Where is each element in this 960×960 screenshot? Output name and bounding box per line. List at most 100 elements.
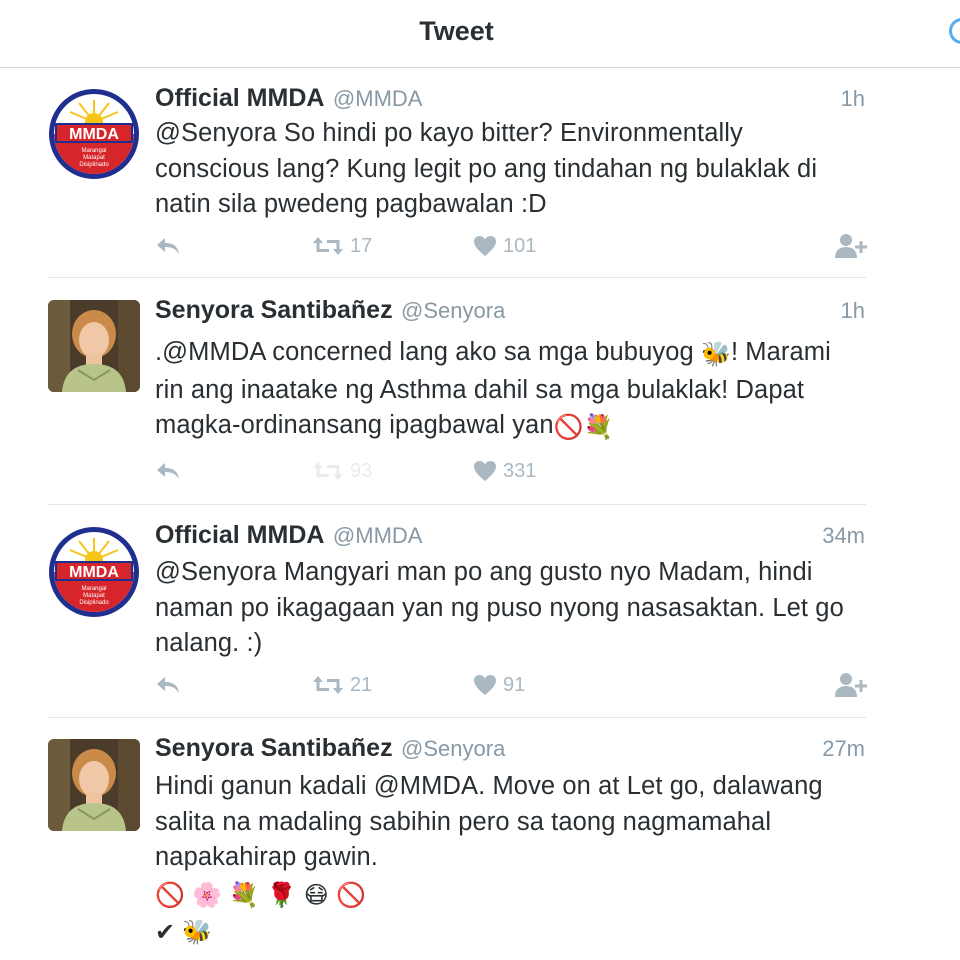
reply-button[interactable]	[155, 670, 181, 700]
display-name[interactable]: Senyora Santibañez	[155, 296, 393, 324]
display-name[interactable]: Official MMDA	[155, 84, 324, 112]
retweet-icon	[313, 237, 343, 255]
tweet-text-line: nalang. :)	[155, 629, 263, 657]
tweet-text-line: conscious lang? Kung legit po ang tindah…	[155, 154, 818, 183]
add-user-icon	[835, 234, 867, 258]
like-button[interactable]: 331	[473, 456, 536, 486]
reply-button[interactable]	[155, 231, 181, 261]
tweet-2[interactable]: Senyora Santibañez @Senyora 1h .@MMDA co…	[0, 278, 960, 504]
tweet-text-line: @Senyora Mangyari man po ang gusto nyo M…	[155, 558, 813, 586]
username[interactable]: @Senyora	[401, 736, 505, 761]
display-name[interactable]: Senyora Santibañez	[155, 734, 393, 762]
svg-text:MMDA: MMDA	[69, 564, 119, 581]
avatar[interactable]	[48, 739, 140, 831]
tweet-text: @Senyora So hindi po kayo bitter? Enviro…	[155, 116, 870, 223]
tweet-header: Official MMDA @MMDA 34m	[155, 521, 865, 553]
svg-text:Marangal: Marangal	[81, 586, 106, 592]
tweet-header: Senyora Santibañez @Senyora 27m	[155, 734, 865, 766]
tweet-text-line: Hindi ganun kadali @MMDA. Move on at Let…	[155, 772, 823, 800]
like-count: 101	[503, 234, 537, 257]
mmda-logo-icon: MMDA Marangal Matapat Disiplinado	[49, 527, 139, 617]
tweet-text-line: @Senyora So hindi po kayo bitter? Enviro…	[155, 119, 743, 147]
tweet-text-line: naman po ikagagaan yan ng puso nyong nas…	[155, 593, 844, 622]
page-title: Tweet	[419, 16, 494, 46]
emoji-row: 🚫 🌸 💐 🌹 😷 🚫	[155, 876, 870, 914]
reply-icon	[157, 238, 179, 254]
cherry-blossom-emoji-icon: 🌸	[192, 880, 223, 909]
tweet-header: Senyora Santibañez @Senyora 1h	[155, 296, 865, 328]
reply-icon	[157, 677, 179, 693]
tweet-text-line: salita na madaling sabihin pero sa taong…	[155, 807, 772, 836]
tweet-1[interactable]: MMDA Marangal Matapat Disiplinado Offici…	[0, 68, 960, 278]
reply-button[interactable]	[155, 456, 181, 486]
like-count: 91	[503, 673, 526, 696]
tweet-header: Official MMDA @MMDA 1h	[155, 84, 865, 116]
retweet-icon	[313, 676, 343, 694]
timestamp[interactable]: 1h	[841, 298, 865, 324]
woman-portrait-icon	[48, 300, 140, 392]
tweet-text: @Senyora Mangyari man po ang gusto nyo M…	[155, 555, 870, 662]
tweet-text: Hindi ganun kadali @MMDA. Move on at Let…	[155, 769, 870, 951]
retweet-count: 17	[350, 234, 373, 257]
svg-text:Matapat: Matapat	[83, 155, 105, 161]
svg-text:Marangal: Marangal	[81, 148, 106, 154]
heart-icon	[474, 675, 496, 695]
tweet-text-line: napakahirap gawin.	[155, 843, 378, 871]
no-entry-emoji-icon: 🚫	[336, 880, 366, 909]
tweet-text-line: rin ang inaatake ng Asthma dahil sa mga …	[155, 375, 805, 404]
username[interactable]: @Senyora	[401, 298, 505, 323]
svg-text:MMDA: MMDA	[69, 126, 119, 143]
svg-text:Disiplinado: Disiplinado	[79, 162, 109, 168]
like-count: 331	[503, 459, 537, 482]
retweet-icon	[313, 462, 343, 480]
bee-emoji-icon: 🐝	[700, 340, 731, 368]
retweet-button[interactable]: 93	[312, 456, 372, 486]
retweet-count: 93	[350, 459, 373, 482]
tweet-4[interactable]: Senyora Santibañez @Senyora 27m Hindi ga…	[0, 718, 960, 960]
bouquet-emoji-icon: 💐	[229, 880, 260, 909]
reply-icon	[157, 463, 179, 479]
timestamp[interactable]: 34m	[822, 523, 865, 549]
avatar[interactable]: MMDA Marangal Matapat Disiplinado	[48, 88, 140, 180]
timestamp[interactable]: 27m	[822, 736, 865, 762]
bee-emoji-icon: 🐝	[182, 918, 213, 946]
woman-portrait-icon	[48, 739, 140, 831]
mmda-logo-icon: MMDA Marangal Matapat Disiplinado	[49, 89, 139, 179]
tweet-actions: 93 331	[155, 456, 870, 486]
username[interactable]: @MMDA	[333, 523, 423, 548]
check-mark-icon: ✔	[155, 918, 176, 946]
face-mask-emoji-icon: 😷	[303, 880, 329, 909]
tweet-text: .@MMDA concerned lang ako sa mga bubuyog…	[155, 335, 870, 446]
like-button[interactable]: 101	[473, 231, 536, 261]
svg-text:Matapat: Matapat	[83, 593, 105, 599]
add-user-icon	[835, 673, 867, 697]
heart-icon	[474, 461, 496, 481]
heart-icon	[474, 236, 496, 256]
tweet-actions: 17 101	[155, 231, 870, 261]
like-button[interactable]: 91	[473, 670, 525, 700]
display-name[interactable]: Official MMDA	[155, 521, 324, 549]
tweet-text-fragment: ! Marami	[730, 338, 831, 366]
tweet-text-line: magka-ordinansang ipagbawal yan🚫💐	[155, 408, 870, 446]
tweet-3[interactable]: MMDA Marangal Matapat Disiplinado Offici…	[0, 505, 960, 717]
bouquet-emoji-icon: 💐	[583, 413, 614, 441]
retweet-button[interactable]: 17	[312, 231, 372, 261]
retweet-button[interactable]: 21	[312, 670, 372, 700]
rose-emoji-icon: 🌹	[266, 880, 297, 909]
username[interactable]: @MMDA	[333, 86, 423, 111]
timestamp[interactable]: 1h	[841, 86, 865, 112]
tweet-text-fragment: magka-ordinansang ipagbawal yan	[155, 411, 554, 439]
tweet-actions: 21 91	[155, 670, 870, 700]
avatar[interactable]: MMDA Marangal Matapat Disiplinado	[48, 526, 140, 618]
follow-button[interactable]	[835, 670, 867, 700]
tweet-text-fragment: .@MMDA concerned lang ako sa mga bubuyog	[155, 338, 701, 366]
no-entry-emoji-icon: 🚫	[553, 413, 584, 441]
tweet-text-line: .@MMDA concerned lang ako sa mga bubuyog…	[155, 335, 870, 373]
avatar[interactable]	[48, 300, 140, 392]
emoji-row: ✔ 🐝	[155, 913, 870, 951]
no-entry-emoji-icon: 🚫	[155, 880, 185, 909]
retweet-count: 21	[350, 673, 373, 696]
loading-spinner-icon	[949, 18, 960, 44]
follow-button[interactable]	[835, 231, 867, 261]
nav-bar: Tweet	[0, 0, 960, 68]
